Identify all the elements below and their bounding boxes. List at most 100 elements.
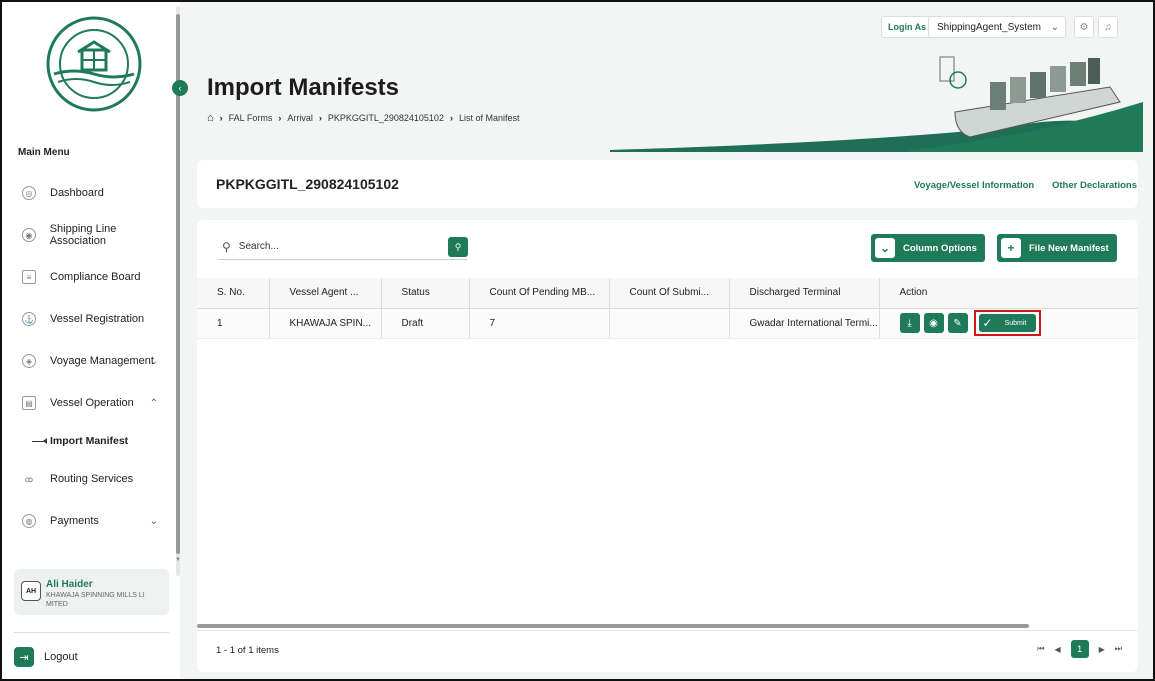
edit-icon[interactable]: ✎ <box>947 313 968 333</box>
sidebar-item-payments[interactable]: ◍ Payments ⌄ <box>2 500 172 542</box>
pager-divider <box>197 630 1138 631</box>
role-select[interactable]: ShippingAgent_System ⌄ <box>928 16 1066 38</box>
sidebar-item-dashboard[interactable]: ◎ Dashboard <box>2 172 172 214</box>
cell-sno: 1 <box>197 308 269 339</box>
table-row[interactable]: 1 KHAWAJA SPIN... Draft 7 Gwadar Interna… <box>197 308 1139 339</box>
breadcrumb-voyage[interactable]: PKPKGGITL_290824105102 <box>328 113 444 123</box>
download-icon[interactable]: ⤓ <box>899 313 920 333</box>
logout-icon: ⇥ <box>14 647 34 667</box>
sidebar-item-routing-services[interactable]: ꝏ Routing Services <box>2 458 172 500</box>
column-options-button[interactable]: ⌄ Column Options <box>871 234 985 262</box>
voyage-card: PKPKGGITL_290824105102 Voyage/Vessel Inf… <box>197 160 1138 208</box>
bell-icon[interactable]: ♫ <box>1098 16 1118 38</box>
chevron-down-icon: ⌄ <box>149 355 158 367</box>
col-vessel-agent[interactable]: Vessel Agent ... <box>268 278 381 309</box>
search-button[interactable]: ⚲ <box>448 237 468 257</box>
settings-icon[interactable]: ⚙ <box>1074 16 1094 38</box>
breadcrumb: ⌂ › FAL Forms › Arrival › PKPKGGITL_2908… <box>207 112 519 124</box>
chevron-up-icon: ⌃ <box>149 397 158 409</box>
logout-button[interactable]: ⇥ Logout <box>14 647 78 667</box>
other-declarations-link[interactable]: Other Declarations <box>1052 180 1137 191</box>
breadcrumb-separator: › <box>278 113 282 123</box>
col-submitted[interactable]: Count Of Submi... <box>608 278 729 309</box>
ship-icon: ⚓ <box>22 312 36 326</box>
sidebar-item-vessel-operation[interactable]: ▤ Vessel Operation ⌃ <box>2 382 172 424</box>
sidebar-item-vessel-registration[interactable]: ⚓ Vessel Registration <box>2 298 172 340</box>
user-name: Ali Haider <box>46 579 93 590</box>
check-icon: ✓ <box>982 316 993 330</box>
sidebar-divider <box>14 632 169 633</box>
chevron-down-icon: ⌄ <box>1050 21 1059 33</box>
main-menu-title: Main Menu <box>18 147 70 158</box>
role-value: ShippingAgent_System <box>937 21 1041 33</box>
col-sno[interactable]: S. No. <box>197 278 269 309</box>
sidebar-item-compliance-board[interactable]: ≡ Compliance Board <box>2 256 172 298</box>
pagination: ⏮ ◀ 1 ▶ ⏭ <box>1037 640 1122 658</box>
items-count: 1 - 1 of 1 items <box>216 645 279 656</box>
manifest-list-card: ⚲ Search... ⚲ ⌄ Column Options + File Ne… <box>197 220 1138 672</box>
row-actions: ⤓ ◉ ✎ ✓ Submit <box>899 310 1139 336</box>
breadcrumb-list-of-manifest: List of Manifest <box>458 113 520 123</box>
view-icon[interactable]: ◉ <box>923 313 944 333</box>
col-pending[interactable]: Count Of Pending MB... <box>468 278 609 309</box>
association-icon: ◉ <box>22 228 36 242</box>
arrow-icon <box>32 437 47 444</box>
file-new-manifest-button[interactable]: + File New Manifest <box>997 234 1117 262</box>
main-menu: ◎ Dashboard ◉ Shipping Line Association … <box>2 172 172 542</box>
breadcrumb-fal-forms[interactable]: FAL Forms <box>229 113 273 123</box>
breadcrumb-separator: › <box>219 113 223 123</box>
cell-vessel-agent: KHAWAJA SPIN... <box>268 308 381 339</box>
sidebar-item-label: Payments <box>50 515 99 527</box>
sidebar-item-voyage-management[interactable]: ◈ Voyage Management ⌄ <box>2 340 172 382</box>
voyage-id: PKPKGGITL_290824105102 <box>216 176 399 192</box>
avatar: AH <box>21 581 41 601</box>
horizontal-scrollbar[interactable] <box>197 624 1029 628</box>
col-terminal[interactable]: Discharged Terminal <box>728 278 879 309</box>
search-icon: ⚲ <box>222 239 231 254</box>
col-status[interactable]: Status <box>380 278 469 309</box>
page-button[interactable]: 1 <box>1070 640 1089 658</box>
last-page-icon[interactable]: ⏭ <box>1115 644 1122 654</box>
cell-pending: 7 <box>468 308 609 339</box>
user-organization: KHAWAJA SPINNING MILLS LI MITED <box>46 592 145 608</box>
file-new-manifest-label: File New Manifest <box>1029 242 1109 254</box>
logout-label: Logout <box>44 651 78 663</box>
search-placeholder: Search... <box>238 241 279 252</box>
prev-page-icon[interactable]: ◀ <box>1054 645 1060 654</box>
breadcrumb-separator: › <box>318 113 322 123</box>
col-action: Action <box>878 278 1138 309</box>
payments-icon: ◍ <box>22 514 36 528</box>
voyage-icon: ◈ <box>22 354 36 368</box>
hero-illustration <box>610 56 1143 152</box>
search-input[interactable]: ⚲ Search... ⚲ <box>218 234 468 260</box>
submit-button[interactable]: ✓ Submit <box>978 314 1037 332</box>
sidebar-item-label: Routing Services <box>50 473 134 485</box>
sidebar-item-label: Vessel Registration <box>50 313 145 325</box>
chevron-down-icon: ⌄ <box>149 515 158 527</box>
cell-terminal: Gwadar International Termi... <box>728 308 879 339</box>
operation-icon: ▤ <box>22 396 36 410</box>
sidebar-item-label: Vessel Operation <box>50 397 134 409</box>
main-content: Login As ShippingAgent_System ⌄ ⚙ ♫ ‹ Im… <box>172 2 1153 679</box>
first-page-icon[interactable]: ⏮ <box>1037 644 1044 654</box>
chevron-down-icon: ⌄ <box>875 238 895 258</box>
breadcrumb-arrival[interactable]: Arrival <box>287 113 313 123</box>
sidebar-item-label: Compliance Board <box>50 271 141 283</box>
plus-icon: + <box>1001 238 1021 258</box>
page-title: Import Manifests <box>207 74 400 101</box>
sidebar-item-label: Dashboard <box>50 187 104 199</box>
sidebar-item-import-manifest[interactable]: Import Manifest <box>2 424 172 458</box>
sidebar-item-label: Import Manifest <box>50 435 129 447</box>
table-header-row: S. No. Vessel Agent ... Status Count Of … <box>197 278 1138 309</box>
next-page-icon[interactable]: ▶ <box>1099 645 1105 654</box>
manifest-table: S. No. Vessel Agent ... Status Count Of … <box>197 278 1138 339</box>
topbar: Login As ShippingAgent_System ⌄ ⚙ ♫ <box>180 2 1153 42</box>
route-icon: ꝏ <box>24 474 34 484</box>
home-icon[interactable]: ⌂ <box>207 112 214 124</box>
voyage-vessel-info-link[interactable]: Voyage/Vessel Information <box>914 180 1034 191</box>
login-as-label: Login As <box>881 16 934 38</box>
collapse-sidebar-button[interactable]: ‹ <box>172 80 188 96</box>
user-card[interactable]: AH Ali Haider KHAWAJA SPINNING MILLS LI … <box>14 569 169 615</box>
sidebar-item-label: Voyage Management <box>50 355 154 367</box>
sidebar-item-shipping-line-association[interactable]: ◉ Shipping Line Association <box>2 214 172 256</box>
